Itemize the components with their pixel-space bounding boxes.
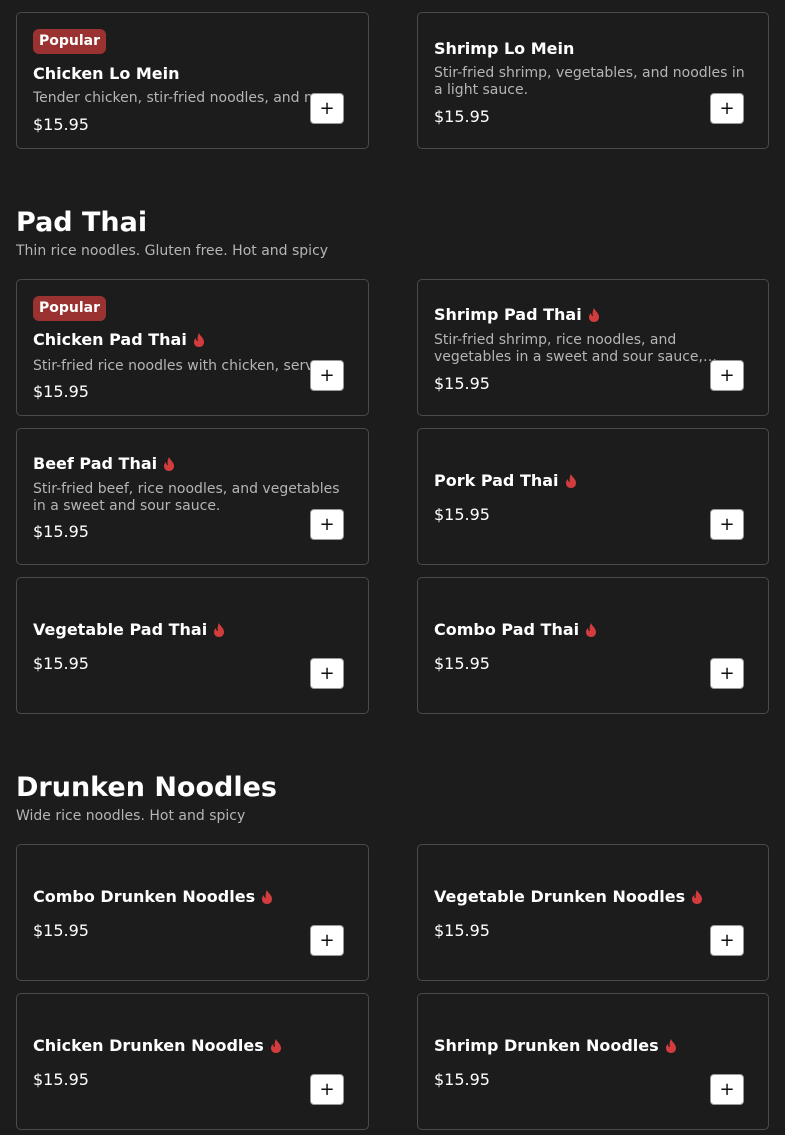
menu-item-card[interactable]: Combo Drunken Noodles $15.95 + (16, 844, 369, 981)
add-to-cart-button[interactable]: + (310, 925, 344, 956)
add-to-cart-button[interactable]: + (710, 925, 744, 956)
menu-item-card[interactable]: Pork Pad Thai $15.95 + (417, 428, 769, 565)
item-name: Shrimp Drunken Noodles (434, 1036, 677, 1055)
item-price: $15.95 (33, 921, 89, 940)
item-price: $15.95 (33, 115, 89, 134)
add-to-cart-button[interactable]: + (710, 1074, 744, 1105)
flame-icon (193, 332, 204, 347)
item-price: $15.95 (434, 921, 490, 940)
item-price: $15.95 (434, 374, 490, 393)
section-subtitle: Thin rice noodles. Gluten free. Hot and … (16, 243, 329, 259)
item-name: Vegetable Drunken Noodles (434, 887, 703, 906)
section-subtitle: Wide rice noodles. Hot and spicy (16, 808, 246, 824)
item-name: Chicken Lo Mein (33, 64, 180, 83)
add-to-cart-button[interactable]: + (310, 360, 344, 391)
section-title: Pad Thai (16, 207, 148, 238)
popular-badge: Popular (33, 29, 107, 54)
item-name: Chicken Drunken Noodles (33, 1036, 282, 1055)
item-price: $15.95 (434, 654, 490, 673)
item-description: Stir-fried beef, rice noodles, and veget… (33, 481, 340, 514)
menu-item-card[interactable]: Vegetable Drunken Noodles $15.95 + (417, 844, 769, 981)
item-name: Combo Drunken Noodles (33, 887, 273, 906)
item-description: Stir-fried rice noodles with chicken, se… (33, 358, 315, 374)
flame-icon (214, 622, 225, 637)
item-price: $15.95 (434, 107, 490, 126)
menu-item-card[interactable]: Popular Chicken Pad Thai Stir-fried rice… (16, 279, 369, 416)
flame-icon (588, 307, 599, 322)
item-price: $15.95 (434, 505, 490, 524)
popular-badge: Popular (33, 296, 107, 321)
add-to-cart-button[interactable]: + (310, 658, 344, 689)
flame-icon (164, 456, 175, 471)
item-price: $15.95 (33, 522, 89, 541)
add-to-cart-button[interactable]: + (710, 509, 744, 540)
item-name: Shrimp Pad Thai (434, 305, 600, 324)
flame-icon (692, 889, 703, 904)
flame-icon (586, 622, 597, 637)
menu-item-card[interactable]: Chicken Drunken Noodles $15.95 + (16, 993, 369, 1130)
item-name: Vegetable Pad Thai (33, 620, 225, 639)
add-to-cart-button[interactable]: + (710, 658, 744, 689)
item-description: Stir-fried shrimp, rice noodles, and veg… (434, 332, 703, 365)
item-name: Shrimp Lo Mein (434, 39, 575, 58)
menu-item-card[interactable]: Beef Pad Thai Stir-fried beef, rice nood… (16, 428, 369, 565)
add-to-cart-button[interactable]: + (310, 1074, 344, 1105)
add-to-cart-button[interactable]: + (310, 93, 344, 124)
item-name: Combo Pad Thai (434, 620, 597, 639)
menu-item-card[interactable]: Shrimp Pad Thai Stir-fried shrimp, rice … (417, 279, 769, 416)
item-description: Tender chicken, stir-fried noodles, and … (33, 90, 315, 106)
flame-icon (262, 889, 273, 904)
item-price: $15.95 (434, 1070, 490, 1089)
menu-item-card[interactable]: Popular Chicken Lo Mein Tender chicken, … (16, 12, 369, 149)
add-to-cart-button[interactable]: + (710, 360, 744, 391)
item-name: Chicken Pad Thai (33, 330, 205, 349)
menu-item-card[interactable]: Shrimp Drunken Noodles $15.95 + (417, 993, 769, 1130)
item-price: $15.95 (33, 654, 89, 673)
menu-item-card[interactable]: Combo Pad Thai $15.95 + (417, 577, 769, 714)
item-price: $15.95 (33, 1070, 89, 1089)
add-to-cart-button[interactable]: + (710, 93, 744, 124)
menu-item-card[interactable]: Vegetable Pad Thai $15.95 + (16, 577, 369, 714)
menu-item-card[interactable]: Shrimp Lo Mein Stir-fried shrimp, vegeta… (417, 12, 769, 149)
item-description: Stir-fried shrimp, vegetables, and noodl… (434, 65, 745, 98)
add-to-cart-button[interactable]: + (310, 509, 344, 540)
flame-icon (565, 473, 576, 488)
flame-icon (665, 1038, 676, 1053)
item-name: Beef Pad Thai (33, 454, 175, 473)
item-name: Pork Pad Thai (434, 471, 577, 490)
flame-icon (270, 1038, 281, 1053)
section-title: Drunken Noodles (16, 772, 277, 803)
item-price: $15.95 (33, 382, 89, 401)
